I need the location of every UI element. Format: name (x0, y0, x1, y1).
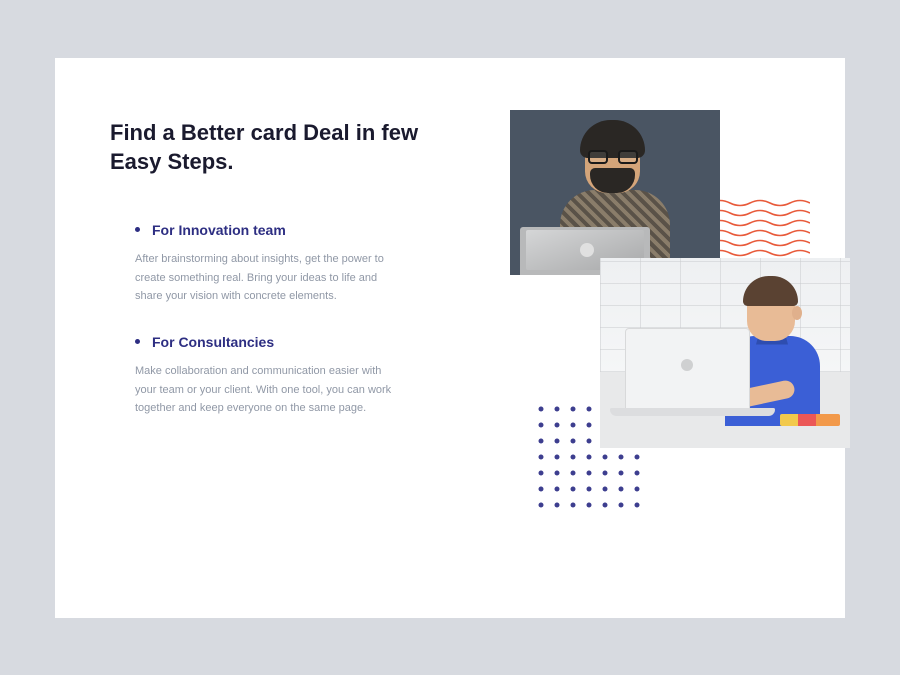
feature-header: For Innovation team (135, 222, 450, 238)
photo-top (510, 110, 720, 275)
text-column: Find a Better card Deal in few Easy Step… (110, 118, 450, 558)
feature-body: After brainstorming about insights, get … (135, 250, 405, 306)
feature-title: For Consultancies (152, 334, 274, 350)
bullet-icon (135, 339, 140, 344)
feature-title: For Innovation team (152, 222, 286, 238)
feature-item: For Innovation team After brainstorming … (110, 222, 450, 306)
photo-bottom (600, 258, 850, 448)
image-collage (480, 118, 790, 538)
page-title: Find a Better card Deal in few Easy Step… (110, 118, 450, 177)
content-card: Find a Better card Deal in few Easy Step… (55, 58, 845, 618)
bullet-icon (135, 227, 140, 232)
feature-header: For Consultancies (135, 334, 450, 350)
feature-item: For Consultancies Make collaboration and… (110, 334, 450, 418)
feature-body: Make collaboration and communication eas… (135, 362, 405, 418)
